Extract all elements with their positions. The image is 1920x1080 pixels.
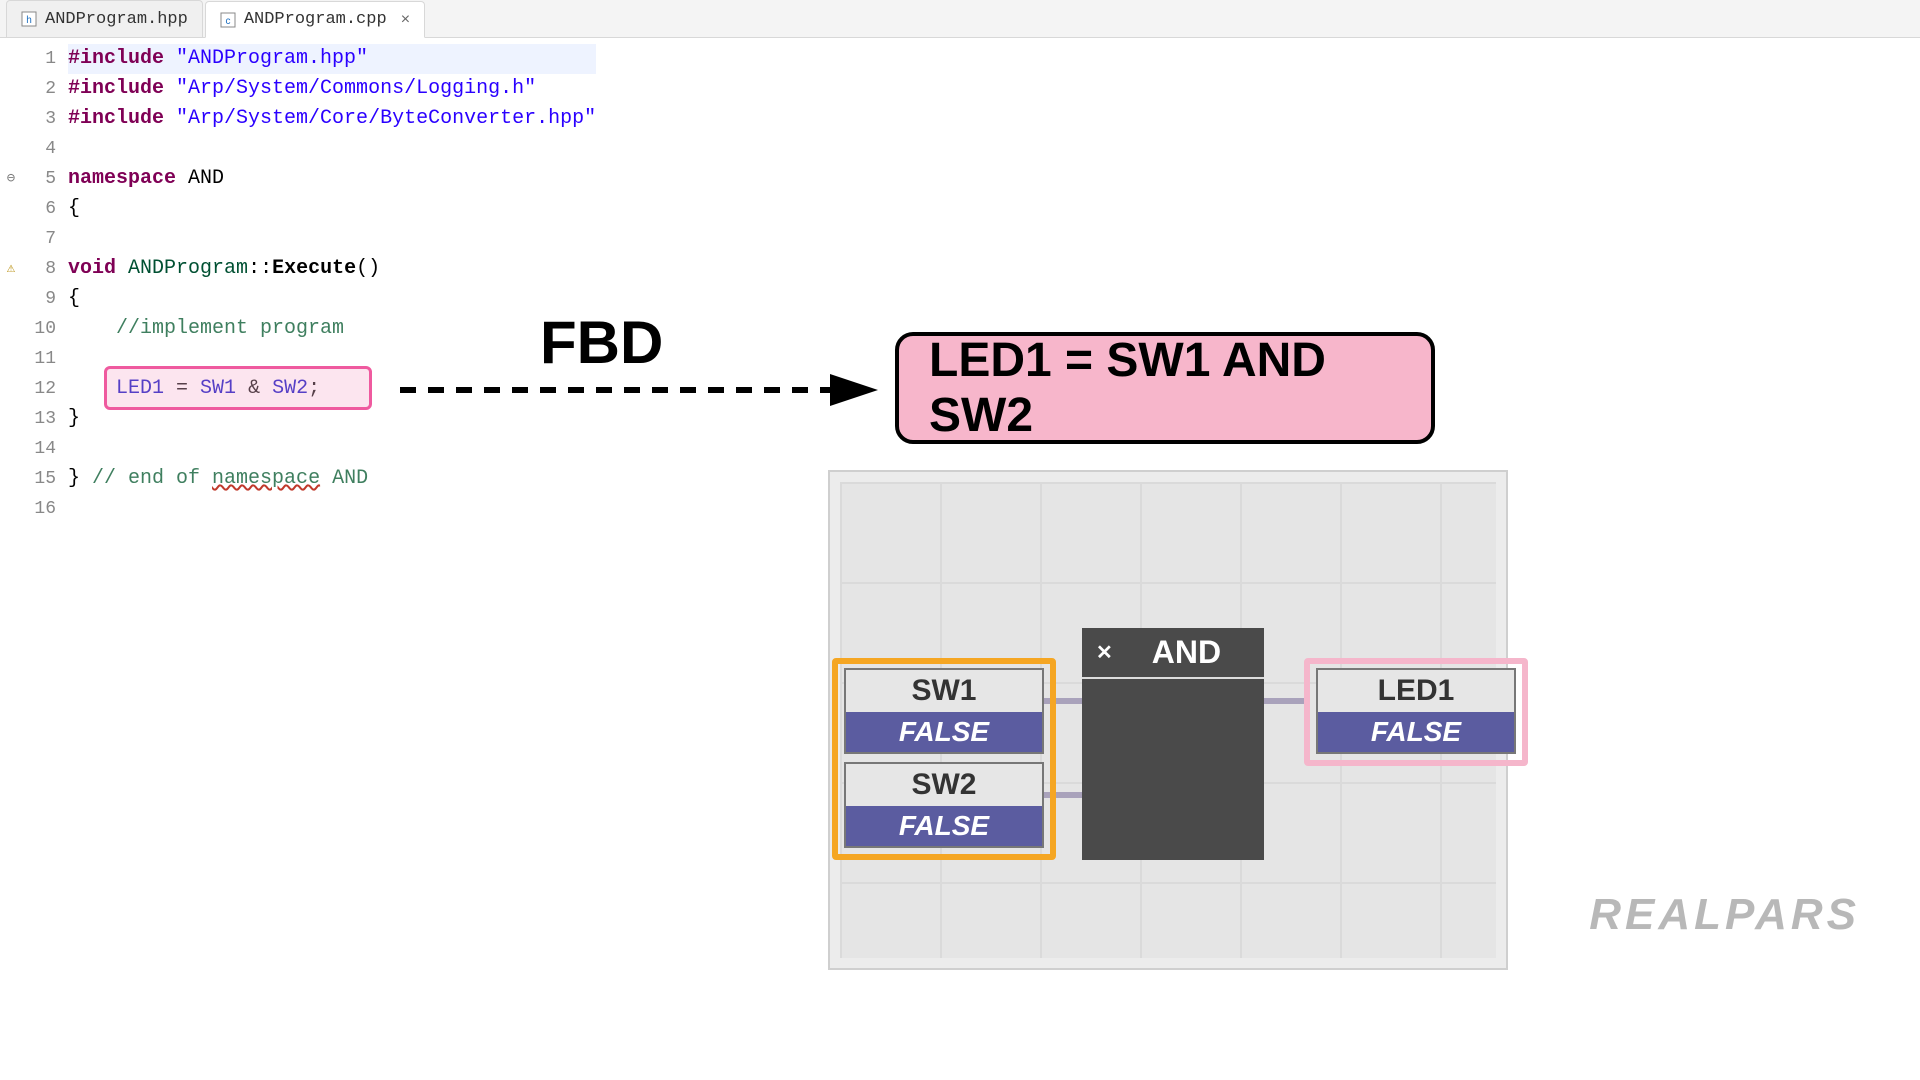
var-led1-name: LED1 [1318, 670, 1514, 712]
fold-marker [0, 464, 22, 494]
line-number: 13 [22, 404, 56, 434]
fold-marker [0, 434, 22, 464]
tab-label: ANDProgram.hpp [45, 10, 188, 29]
fold-marker [0, 104, 22, 134]
code-area[interactable]: #include "ANDProgram.hpp"#include "Arp/S… [64, 38, 596, 524]
wire-sw1 [1044, 698, 1082, 704]
line-number: 8 [22, 254, 56, 284]
fold-gutter: ⊖⚠ [0, 38, 22, 524]
fold-marker[interactable]: ⊖ [0, 164, 22, 194]
fold-marker [0, 374, 22, 404]
code-line[interactable]: #include "Arp/System/Core/ByteConverter.… [68, 104, 596, 134]
fold-marker[interactable]: ⚠ [0, 254, 22, 284]
tab-andprogram-hpp[interactable]: h ANDProgram.hpp [6, 0, 203, 37]
var-sw2-value: FALSE [846, 806, 1042, 846]
var-led1[interactable]: LED1 FALSE [1316, 668, 1516, 754]
code-line[interactable]: { [68, 284, 596, 314]
line-number: 10 [22, 314, 56, 344]
code-editor[interactable]: ⊖⚠ 12345678910111213141516 #include "AND… [0, 38, 1920, 524]
tab-bar: h ANDProgram.hpp c ANDProgram.cpp × [0, 0, 1920, 38]
code-line[interactable]: { [68, 194, 596, 224]
svg-text:c: c [225, 16, 230, 27]
code-line[interactable] [68, 134, 596, 164]
line-number: 2 [22, 74, 56, 104]
code-line[interactable]: void ANDProgram::Execute() [68, 254, 596, 284]
line-number: 3 [22, 104, 56, 134]
line-number: 12 [22, 374, 56, 404]
fold-marker [0, 284, 22, 314]
fbd-expression-callout: LED1 = SW1 AND SW2 [895, 332, 1435, 444]
code-line[interactable]: namespace AND [68, 164, 596, 194]
dashed-arrow [400, 370, 880, 410]
var-sw2[interactable]: SW2 FALSE [844, 762, 1044, 848]
wire-led1 [1264, 698, 1310, 704]
line-number: 5 [22, 164, 56, 194]
code-line[interactable] [68, 224, 596, 254]
watermark: REALPARS [1589, 890, 1860, 940]
code-line[interactable] [68, 434, 596, 464]
line-number: 6 [22, 194, 56, 224]
tab-andprogram-cpp[interactable]: c ANDProgram.cpp × [205, 1, 425, 38]
line-number: 14 [22, 434, 56, 464]
var-sw1[interactable]: SW1 FALSE [844, 668, 1044, 754]
fold-marker [0, 224, 22, 254]
wire-sw2 [1044, 792, 1082, 798]
fold-marker [0, 74, 22, 104]
fbd-diagram-area: ✕ AND SW1 FALSE SW2 FALSE LED1 FALSE [828, 470, 1508, 970]
block-icon: ✕ [1096, 640, 1113, 665]
var-sw2-name: SW2 [846, 764, 1042, 806]
and-gate-block[interactable]: ✕ AND [1082, 628, 1264, 860]
highlighted-statement [104, 366, 372, 410]
var-sw1-value: FALSE [846, 712, 1042, 752]
code-line[interactable]: #include "Arp/System/Commons/Logging.h" [68, 74, 596, 104]
fold-marker [0, 404, 22, 434]
line-number: 7 [22, 224, 56, 254]
code-line[interactable]: } // end of namespace AND [68, 464, 596, 494]
line-number-gutter: 12345678910111213141516 [22, 38, 64, 524]
fold-marker [0, 194, 22, 224]
var-sw1-name: SW1 [846, 670, 1042, 712]
line-number: 11 [22, 344, 56, 374]
code-line[interactable] [68, 494, 596, 524]
close-icon[interactable]: × [395, 11, 411, 29]
line-number: 9 [22, 284, 56, 314]
line-number: 16 [22, 494, 56, 524]
and-block-label: AND [1123, 634, 1250, 671]
line-number: 4 [22, 134, 56, 164]
code-line[interactable]: #include "ANDProgram.hpp" [68, 44, 596, 74]
fold-marker [0, 134, 22, 164]
line-number: 1 [22, 44, 56, 74]
svg-text:h: h [26, 15, 32, 26]
fold-marker [0, 344, 22, 374]
fold-marker [0, 314, 22, 344]
tab-label: ANDProgram.cpp [244, 10, 387, 29]
fold-marker [0, 44, 22, 74]
fold-marker [0, 494, 22, 524]
line-number: 15 [22, 464, 56, 494]
code-line[interactable]: //implement program [68, 314, 596, 344]
fbd-heading: FBD [540, 308, 663, 377]
c-file-icon: c [220, 12, 236, 28]
var-led1-value: FALSE [1318, 712, 1514, 752]
h-file-icon: h [21, 11, 37, 27]
